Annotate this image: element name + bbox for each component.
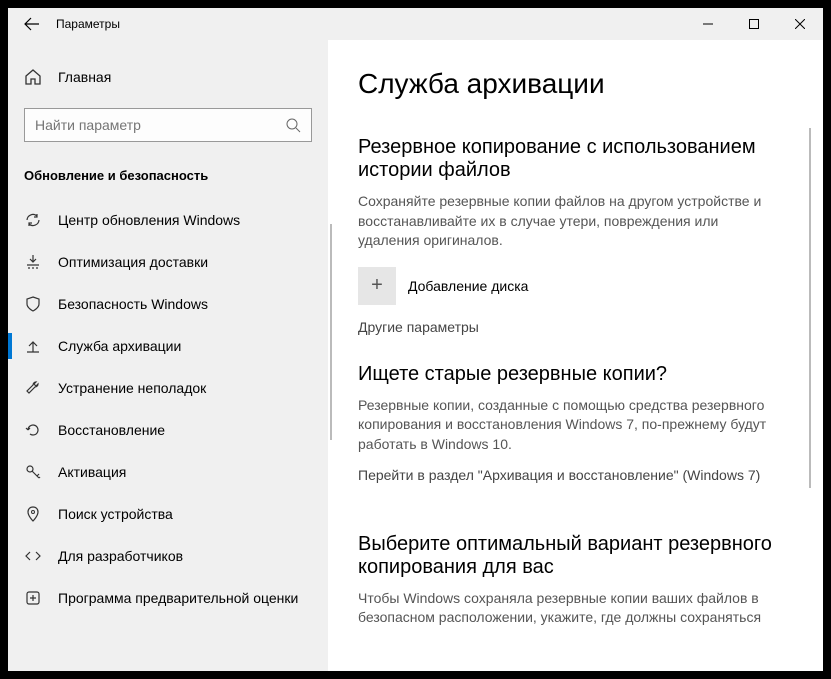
nav-label: Активация — [58, 464, 126, 480]
download-network-icon — [24, 253, 42, 271]
nav-troubleshoot[interactable]: Устранение неполадок — [8, 367, 328, 409]
insider-icon — [24, 589, 42, 607]
minimize-icon — [703, 19, 713, 29]
key-icon — [24, 463, 42, 481]
more-options-link[interactable]: Другие параметры — [358, 319, 479, 335]
close-button[interactable] — [777, 8, 823, 40]
window-title: Параметры — [56, 17, 120, 31]
home-icon — [24, 68, 42, 86]
nav-delivery-optimization[interactable]: Оптимизация доставки — [8, 241, 328, 283]
nav-label: Для разработчиков — [58, 548, 183, 564]
nav-developers[interactable]: Для разработчиков — [8, 535, 328, 577]
nav-activation[interactable]: Активация — [8, 451, 328, 493]
nav-list: Центр обновления Windows Оптимизация дос… — [8, 199, 328, 619]
main-scrollbar[interactable] — [809, 128, 811, 488]
maximize-icon — [749, 19, 759, 29]
back-button[interactable] — [8, 16, 56, 32]
location-icon — [24, 505, 42, 523]
oldbackups-desc: Резервные копии, созданные с помощью сре… — [358, 396, 783, 455]
section-heading-filehistory: Резервное копирование с использованием и… — [358, 136, 783, 182]
nav-label: Поиск устройства — [58, 506, 173, 522]
nav-windows-update[interactable]: Центр обновления Windows — [8, 199, 328, 241]
plus-icon: + — [358, 267, 396, 305]
shield-icon — [24, 295, 42, 313]
wrench-icon — [24, 379, 42, 397]
home-label: Главная — [58, 69, 111, 85]
choice-desc: Чтобы Windows сохраняла резервные копии … — [358, 589, 783, 628]
section-title: Обновление и безопасность — [8, 160, 328, 199]
nav-windows-security[interactable]: Безопасность Windows — [8, 283, 328, 325]
main-content: Служба архивации Резервное копирование с… — [328, 40, 823, 671]
nav-label: Безопасность Windows — [58, 296, 208, 312]
nav-recovery[interactable]: Восстановление — [8, 409, 328, 451]
sidebar-scrollbar[interactable] — [330, 224, 332, 440]
nav-label: Служба архивации — [58, 338, 181, 354]
add-drive-label: Добавление диска — [408, 278, 528, 294]
search-input[interactable] — [35, 117, 285, 133]
search-input-box[interactable] — [24, 108, 312, 142]
nav-label: Устранение неполадок — [58, 380, 206, 396]
win7-backup-link[interactable]: Перейти в раздел "Архивация и восстановл… — [358, 467, 760, 483]
nav-label: Программа предварительной оценки — [58, 590, 298, 606]
section-heading-oldbackups: Ищете старые резервные копии? — [358, 363, 783, 386]
sync-icon — [24, 211, 42, 229]
window-body: Главная Обновление и безопасность Центр … — [8, 40, 823, 671]
recovery-icon — [24, 421, 42, 439]
settings-window: Параметры Главная Обновление и безопасно… — [8, 8, 823, 671]
page-title: Служба архивации — [358, 68, 783, 100]
backup-icon — [24, 337, 42, 355]
titlebar: Параметры — [8, 8, 823, 40]
filehistory-desc: Сохраняйте резервные копии файлов на дру… — [358, 192, 783, 251]
nav-label: Восстановление — [58, 422, 165, 438]
nav-insider[interactable]: Программа предварительной оценки — [8, 577, 328, 619]
add-drive-button[interactable]: + Добавление диска — [358, 267, 783, 305]
home-link[interactable]: Главная — [8, 58, 328, 96]
nav-find-device[interactable]: Поиск устройства — [8, 493, 328, 535]
minimize-button[interactable] — [685, 8, 731, 40]
nav-backup[interactable]: Служба архивации — [8, 325, 328, 367]
sidebar: Главная Обновление и безопасность Центр … — [8, 40, 328, 671]
close-icon — [795, 19, 805, 29]
maximize-button[interactable] — [731, 8, 777, 40]
search-icon — [285, 117, 301, 133]
section-heading-choice: Выберите оптимальный вариант резервного … — [358, 533, 783, 579]
nav-label: Центр обновления Windows — [58, 212, 240, 228]
arrow-left-icon — [24, 16, 40, 32]
nav-label: Оптимизация доставки — [58, 254, 208, 270]
code-icon — [24, 547, 42, 565]
